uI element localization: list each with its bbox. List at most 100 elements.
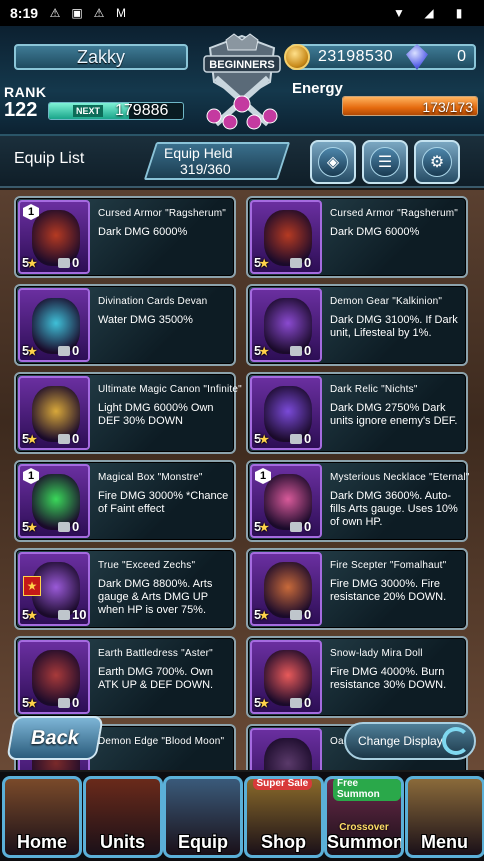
equip-description: Dark DMG 2750% Dark units ignore enemy's…: [330, 402, 458, 427]
equip-portrait: 5★ 0: [18, 288, 90, 362]
change-display-button[interactable]: Change Display: [344, 722, 476, 760]
currency-plate[interactable]: 23198530 0: [284, 44, 476, 70]
gem-icon: [406, 44, 428, 70]
enhance-count: 0: [58, 255, 79, 270]
star-icon: ★: [27, 698, 38, 710]
change-display-label: Change Display: [358, 734, 443, 748]
equip-card[interactable]: 5★ 0 Earth Battledress "Aster" Earth DMG 70…: [14, 636, 236, 718]
rarity-stars: 5★: [22, 695, 37, 710]
nav-badge: Super Sale: [252, 779, 313, 790]
equip-held-value: 319/360: [180, 161, 231, 177]
alert-icon-2: ⚠: [93, 6, 105, 20]
equip-description: Fire DMG 3000%. Fire resistance 20% DOWN…: [330, 578, 447, 603]
hammer-icon: [290, 258, 302, 268]
star-icon: ★: [259, 610, 270, 622]
enhance-count: 0: [58, 343, 79, 358]
equip-name: Cursed Armor "Ragsherum": [330, 208, 459, 219]
enhance-count: 0: [290, 695, 311, 710]
equip-held-label: Equip Held: [164, 145, 233, 161]
equip-name: Demon Edge "Blood Moon": [98, 736, 225, 747]
hammer-icon: [58, 434, 70, 444]
crest-text: BEGINNERS: [209, 59, 274, 71]
hammer-icon: [58, 258, 70, 268]
equip-portrait: 1 5★ 0: [18, 200, 90, 274]
equip-description: Dark DMG 3100%. If Dark unit, Lifesteal …: [330, 314, 458, 339]
equip-portrait: 1 5★ 0: [18, 464, 90, 538]
equip-portrait: 5★ 0: [250, 288, 322, 362]
hammer-icon: [58, 522, 70, 532]
equip-portrait: ★ 5★ 10: [18, 552, 90, 626]
equip-list-title: Equip List: [14, 150, 85, 167]
hammer-icon: [58, 610, 70, 620]
signal-icon: ◢: [424, 6, 434, 20]
tag-icon: ◈: [318, 147, 348, 177]
lock-tag-button[interactable]: ◈: [310, 140, 356, 184]
equip-name: Mysterious Necklace "Eternal": [330, 472, 470, 483]
enhance-value: 0: [72, 431, 80, 446]
battery-icon: ▮: [455, 6, 463, 20]
equip-card[interactable]: 5★ 0 Fire Scepter "Fomalhaut" Fire DMG 3000…: [246, 548, 468, 630]
rarity-stars: 5★: [22, 607, 37, 622]
nav-badge: Free Summon: [333, 779, 401, 801]
enhance-value: 0: [304, 431, 312, 446]
rarity-stars: 5★: [22, 431, 37, 446]
star-icon: ★: [259, 258, 270, 270]
back-button[interactable]: Back: [6, 716, 104, 760]
equip-card[interactable]: 5★ 0 Cursed Armor "Ragsherum" Dark DMG 6000…: [246, 196, 468, 278]
equip-card[interactable]: 1 5★ 0 Mysterious Necklace "Eternal" Dark DM…: [246, 460, 470, 542]
gear-icon: ⚙: [422, 147, 452, 177]
enhance-value: 10: [72, 607, 87, 622]
next-exp-value: 179886: [115, 102, 169, 119]
equip-name: Snow-lady Mira Doll: [330, 648, 423, 659]
rarity-stars: 5★: [254, 519, 269, 534]
equip-card[interactable]: 5★ 0 Snow-lady Mira Doll Fire DMG 4000%. Bu…: [246, 636, 468, 718]
star-icon: ★: [259, 434, 270, 446]
player-name[interactable]: Zakky: [14, 44, 188, 70]
filter-button[interactable]: ☰: [362, 140, 408, 184]
equip-card[interactable]: 5★ 0 Dark Relic "Nichts" Dark DMG 2750% Dar…: [246, 372, 468, 454]
enhance-value: 0: [72, 255, 80, 270]
gil-coin-icon: [284, 44, 310, 70]
equip-card[interactable]: 1 5★ 0 Magical Box "Monstre" Fire DMG 3000% …: [14, 460, 236, 542]
equip-card[interactable]: ★ 5★ 10 True "Exceed Zechs" Dark DMG 8800%. …: [14, 548, 236, 630]
equip-card[interactable]: 5★ 0 Divination Cards Devan Water DMG 3500%: [14, 284, 236, 366]
nav-label: Home: [16, 832, 67, 852]
equip-description: Dark DMG 6000%: [98, 226, 188, 238]
settings-button[interactable]: ⚙: [414, 140, 460, 184]
rank-label: RANK: [4, 84, 47, 100]
equip-description: Fire DMG 4000%. Burn resistance 30% DOWN…: [330, 666, 447, 691]
equip-card[interactable]: 5★ 0 Demon Gear "Kalkinion" Dark DMG 3100%.…: [246, 284, 468, 366]
enhance-count: 10: [58, 607, 86, 622]
equip-card[interactable]: 5★ 0 Ultimate Magic Canon "Infinite" Light …: [14, 372, 242, 454]
enhance-value: 0: [72, 695, 80, 710]
equip-name: Oa: [330, 736, 344, 747]
energy-value: 173/173: [422, 99, 473, 115]
rarity-stars: 5★: [254, 431, 269, 446]
nav-label: Menu: [421, 832, 468, 852]
nav-home[interactable]: Home: [2, 776, 82, 858]
rarity-stars: 5★: [22, 343, 37, 358]
equip-name: Demon Gear "Kalkinion": [330, 296, 443, 307]
nav-shop[interactable]: Super Sale Shop: [243, 776, 324, 858]
rarity-stars: 5★: [22, 519, 37, 534]
status-bar: 8:19 ⚠ ▣ ⚠ M ▼ ◢ ▮: [0, 0, 484, 26]
nav-menu[interactable]: Menu: [404, 776, 484, 858]
equip-name: Cursed Armor "Ragsherum": [98, 208, 227, 219]
equip-card[interactable]: 1 5★ 0 Cursed Armor "Ragsherum" Dark DMG 600…: [14, 196, 236, 278]
nav-summon[interactable]: Free Summon Crossover Summon: [324, 776, 404, 858]
status-time: 8:19: [10, 5, 39, 21]
bottom-nav: Home Units Equip Super Sale Shop Free Summon C…: [0, 772, 484, 861]
nav-equip[interactable]: Equip: [163, 776, 243, 858]
enhance-value: 0: [304, 607, 312, 622]
enhance-count: 0: [58, 519, 79, 534]
refresh-icon: [442, 727, 470, 755]
enhance-value: 0: [72, 519, 80, 534]
equip-description: Dark DMG 6000%: [330, 226, 420, 238]
equip-description: Water DMG 3500%: [98, 314, 193, 326]
star-icon: ★: [259, 698, 270, 710]
nav-units[interactable]: Units: [82, 776, 163, 858]
enhance-value: 0: [72, 343, 80, 358]
hammer-icon: [290, 610, 302, 620]
enhance-count: 0: [290, 255, 311, 270]
equip-portrait: 1 5★ 0: [250, 464, 322, 538]
